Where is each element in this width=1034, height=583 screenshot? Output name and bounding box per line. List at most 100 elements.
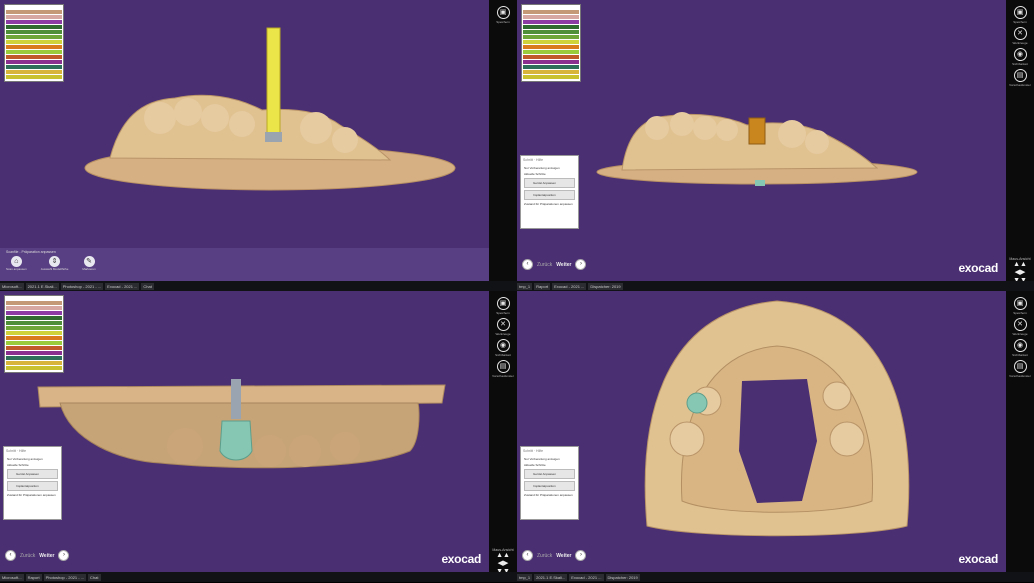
layer-row[interactable]	[6, 55, 62, 59]
preview-button[interactable]: ▤ Vorschaufenster	[1009, 360, 1031, 378]
layer-row[interactable]	[6, 15, 62, 19]
layer-row[interactable]	[6, 311, 62, 315]
layer-row[interactable]	[6, 361, 62, 365]
save-button[interactable]: ▣ Speichern	[493, 6, 513, 24]
3d-viewport[interactable]: Scanfile - Präparation anpassen ⌂ Scan an…	[0, 0, 489, 281]
wizard-option[interactable]: Nur Vorbereitung anzeigen	[7, 457, 58, 461]
back-button[interactable]: ‹	[5, 550, 16, 561]
visibility-button[interactable]: ◉ Sichtbarkeit	[1010, 339, 1030, 357]
wizard-tabs[interactable]: Schritt · Hilfe	[521, 447, 578, 455]
taskbar-item[interactable]: Raport	[25, 573, 42, 581]
layer-row[interactable]	[523, 60, 579, 64]
wizard-step-item[interactable]: Gerüst Anpassen	[524, 178, 575, 188]
layer-row[interactable]	[6, 346, 62, 350]
layer-row[interactable]	[6, 20, 62, 24]
layer-row[interactable]	[6, 331, 62, 335]
taskbar-item[interactable]: Photoshop - 2021 - ...	[60, 282, 104, 290]
layer-row[interactable]	[6, 316, 62, 320]
taskbar-item[interactable]: tmp_1	[517, 282, 533, 290]
layer-row[interactable]	[6, 45, 62, 49]
layer-row[interactable]	[6, 336, 62, 340]
layer-row[interactable]	[523, 50, 579, 54]
wizard-tabs[interactable]: Schritt · Hilfe	[521, 156, 578, 164]
preview-button[interactable]: ▤ Vorschaufenster	[1009, 69, 1031, 87]
wizard-step-item[interactable]: Implantatposition	[524, 481, 575, 491]
layer-row[interactable]	[523, 15, 579, 19]
tab-help[interactable]: Hilfe	[536, 158, 543, 162]
save-button[interactable]: ▣ Speichern	[493, 297, 513, 315]
layer-row[interactable]	[523, 35, 579, 39]
taskbar-item[interactable]: Dispatcher: 2019	[588, 282, 623, 290]
taskbar-item[interactable]: Dispatcher: 2019	[605, 573, 640, 581]
layer-list[interactable]	[4, 295, 64, 373]
preview-button[interactable]: ▤ Vorschaufenster	[492, 360, 514, 378]
visibility-button[interactable]: ◉ Sichtbarkeit	[1010, 48, 1030, 66]
taskbar-item[interactable]: tmp_1	[517, 573, 533, 581]
tab-help[interactable]: Hilfe	[536, 449, 543, 453]
layer-row[interactable]	[523, 70, 579, 74]
taskbar-item[interactable]: Microsoft...	[0, 573, 24, 581]
layer-row[interactable]	[6, 326, 62, 330]
save-button[interactable]: ▣ Speichern	[1010, 297, 1030, 315]
taskbar-item[interactable]: Exocad - 2021 ...	[569, 573, 604, 581]
layer-row[interactable]	[6, 10, 62, 14]
visibility-button[interactable]: ◉ Sichtbarkeit	[493, 339, 513, 357]
wizard-tabs[interactable]: Schritt · Hilfe	[4, 447, 61, 455]
layer-row[interactable]	[6, 70, 62, 74]
layer-row[interactable]	[6, 50, 62, 54]
3d-viewport[interactable]: Schritt · Hilfe Nur Vorbereitung anzeige…	[517, 0, 1006, 281]
taskbar-item[interactable]: Raport	[534, 282, 551, 290]
layer-list[interactable]	[4, 4, 64, 82]
layer-row[interactable]	[6, 30, 62, 34]
taskbar-item[interactable]: 2021.1 E.Skali...	[534, 573, 568, 581]
layer-row[interactable]	[6, 35, 62, 39]
next-button[interactable]: ›	[575, 550, 587, 561]
tools-button[interactable]: ✕ Werkzeuge	[1010, 27, 1030, 45]
wizard-step-item[interactable]: Gerüst Anpassen	[7, 469, 58, 479]
layer-row[interactable]	[523, 30, 579, 34]
layer-row[interactable]	[6, 341, 62, 345]
mark-button[interactable]: ✎ Markieren	[82, 256, 96, 271]
wizard-option[interactable]: Nur Vorbereitung anzeigen	[524, 166, 575, 170]
taskbar-item[interactable]: Exocad - 2021 ...	[105, 282, 140, 290]
layer-row[interactable]	[6, 75, 62, 79]
taskbar-item[interactable]: Chat	[141, 282, 154, 290]
taskbar-item[interactable]: Microsoft...	[0, 282, 24, 290]
wizard-option[interactable]: Nur Vorbereitung anzeigen	[524, 457, 575, 461]
layer-list[interactable]	[521, 4, 581, 82]
tab-step[interactable]: Schritt	[523, 158, 533, 162]
next-button[interactable]: ›	[575, 259, 587, 270]
taskbar-item[interactable]: Photoshop - 2021 - ...	[43, 573, 87, 581]
layer-row[interactable]	[6, 40, 62, 44]
3d-viewport[interactable]: Schritt · Hilfe Nur Vorbereitung anzeige…	[517, 291, 1006, 572]
layer-row[interactable]	[6, 301, 62, 305]
layer-row[interactable]	[523, 65, 579, 69]
layer-row[interactable]	[523, 55, 579, 59]
taskbar-item[interactable]: Exocad - 2021 ...	[552, 282, 587, 290]
tab-step[interactable]: Schritt	[523, 449, 533, 453]
layer-row[interactable]	[6, 366, 62, 370]
3d-viewport[interactable]: Schritt · Hilfe Nur Vorbereitung anzeige…	[0, 291, 489, 572]
layer-row[interactable]	[523, 40, 579, 44]
tools-button[interactable]: ✕ Werkzeuge	[493, 318, 513, 336]
layer-row[interactable]	[6, 65, 62, 69]
layer-row[interactable]	[523, 45, 579, 49]
layer-row[interactable]	[523, 20, 579, 24]
wizard-step-item[interactable]: Implantatposition	[7, 481, 58, 491]
scan-adjust-button[interactable]: ⌂ Scan anpassen	[6, 256, 27, 271]
taskbar-item[interactable]: 2021.1 E.Skali...	[25, 282, 59, 290]
layer-row[interactable]	[6, 351, 62, 355]
layer-row[interactable]	[6, 25, 62, 29]
tools-button[interactable]: ✕ Werkzeuge	[1010, 318, 1030, 336]
next-button[interactable]: ›	[58, 550, 70, 561]
save-button[interactable]: ▣ Speichern	[1010, 6, 1030, 24]
back-button[interactable]: ‹	[522, 259, 533, 270]
layer-row[interactable]	[6, 60, 62, 64]
layer-row[interactable]	[6, 306, 62, 310]
back-button[interactable]: ‹	[522, 550, 533, 561]
taskbar-item[interactable]: Chat	[88, 573, 101, 581]
model-height-button[interactable]: ⇕ Auswahl Modellhöhe	[41, 256, 68, 271]
layer-row[interactable]	[523, 10, 579, 14]
layer-row[interactable]	[6, 356, 62, 360]
wizard-step-item[interactable]: Gerüst Anpassen	[524, 469, 575, 479]
